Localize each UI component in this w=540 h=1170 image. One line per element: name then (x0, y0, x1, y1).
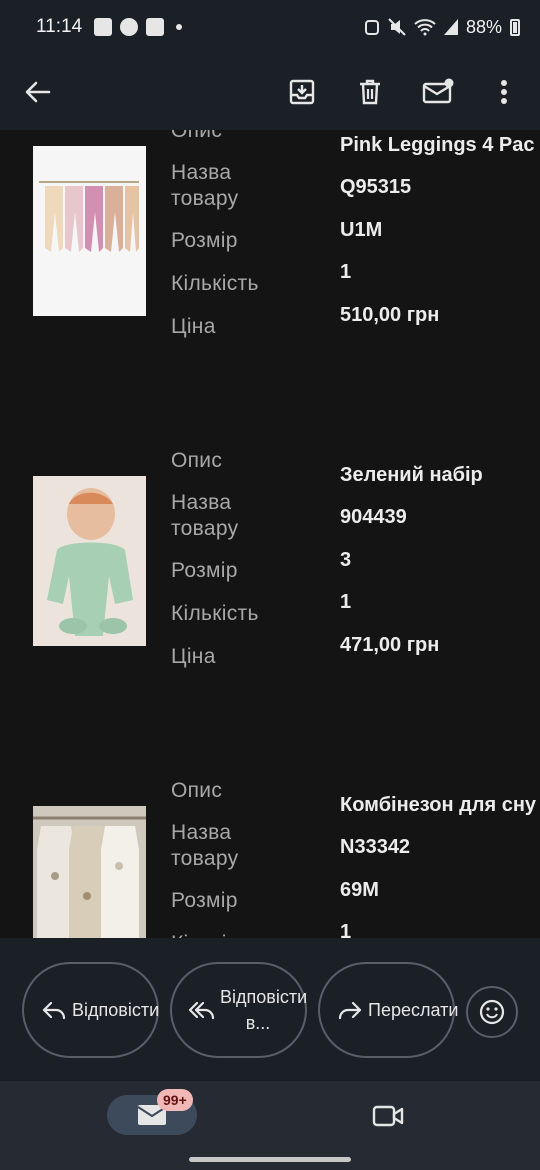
signal-icon (443, 19, 458, 35)
home-indicator[interactable] (189, 1157, 351, 1162)
value-quantity: 1 (340, 591, 352, 613)
video-camera-icon (372, 1105, 404, 1127)
forward-button[interactable]: Переслати (318, 962, 459, 1058)
label-size: Розмір (171, 889, 238, 912)
product-item: Опис Назва товару Розмір Кількість Ціна … (0, 448, 540, 778)
reply-all-button[interactable]: Відповісти в... (170, 962, 307, 1058)
smiley-icon (479, 999, 505, 1025)
mark-unread-button[interactable] (414, 68, 462, 116)
notification-icons (94, 18, 183, 36)
alarm-icon (364, 20, 379, 35)
reply-icon (36, 1000, 72, 1020)
mute-icon (388, 18, 406, 36)
label-price: Ціна (171, 315, 216, 338)
value-quantity: 1 (340, 921, 352, 938)
value-price: 510,00 грн (340, 304, 440, 326)
label-size: Розмір (171, 559, 238, 582)
mark-unread-icon (422, 78, 454, 104)
label-description: Опис (171, 779, 223, 802)
product-item: Опис Назва товару Розмір Кількість Комбі… (0, 778, 540, 938)
battery-percent: 88% (465, 16, 502, 37)
product-item: Опис Назва товару Розмір Кількість Ціна … (0, 130, 540, 448)
value-product-name: 904439 (340, 506, 407, 528)
archive-icon (289, 79, 315, 105)
label-size: Розмір (171, 229, 238, 252)
back-button[interactable] (14, 68, 62, 116)
value-size: 69M (340, 879, 379, 901)
forward-icon (332, 1000, 368, 1020)
archive-button[interactable] (278, 68, 326, 116)
delete-button[interactable] (346, 68, 394, 116)
reply-action-bar: Відповісти Відповісти в... Переслати (0, 938, 540, 1081)
label-product-name: Назва товару (171, 821, 239, 870)
value-size: U1M (340, 219, 383, 241)
reply-all-icon (184, 1000, 220, 1020)
checkbox-notification-icon (146, 18, 165, 36)
product-image-green-set[interactable] (33, 476, 146, 646)
viber-notification-icon (120, 18, 139, 36)
email-body: Опис Назва товару Розмір Кількість Ціна … (0, 130, 540, 938)
product-image-leggings[interactable] (33, 146, 146, 316)
status-right: 88% (364, 17, 520, 38)
reply-all-label: Відповісти в... (220, 987, 308, 1033)
battery-icon (510, 18, 520, 36)
unread-count-badge: 99+ (157, 1089, 193, 1111)
label-product-name: Назва товару (171, 491, 239, 540)
value-description: Зелений набір (340, 464, 483, 486)
status-bar: 11:14 88% (0, 0, 540, 54)
value-product-name: Q95315 (340, 176, 412, 198)
more-notifications-dot-icon (176, 24, 183, 30)
label-quantity: Кількість (171, 602, 259, 625)
value-quantity: 1 (340, 261, 352, 283)
emoji-reaction-button[interactable] (466, 986, 518, 1038)
value-size: 3 (340, 549, 352, 571)
nav-meet-tab[interactable] (370, 1101, 406, 1131)
status-time: 11:14 (36, 16, 83, 37)
forward-label: Переслати (368, 1000, 459, 1020)
more-vert-icon (501, 80, 507, 104)
label-description: Опис (171, 449, 223, 472)
value-product-name: N33342 (340, 836, 411, 858)
label-quantity: Кількість (171, 931, 259, 938)
label-description: Опис (171, 130, 223, 142)
value-description: Pink Leggings 4 Pac (340, 134, 535, 156)
value-price: 471,00 грн (340, 634, 440, 656)
product-image-sleepsuit[interactable] (33, 806, 146, 938)
wifi-icon (414, 19, 436, 36)
label-price: Ціна (171, 645, 216, 668)
delete-icon (360, 79, 380, 105)
label-product-name: Назва товару (171, 161, 239, 210)
label-quantity: Кількість (171, 272, 259, 295)
value-description: Комбінезон для сну (340, 794, 537, 816)
more-options-button[interactable] (480, 68, 528, 116)
app-bar (0, 54, 540, 130)
arrow-left-icon (25, 81, 51, 103)
reply-button[interactable]: Відповісти (22, 962, 159, 1058)
gallery-notification-icon (94, 18, 113, 36)
reply-label: Відповісти (72, 1000, 160, 1020)
